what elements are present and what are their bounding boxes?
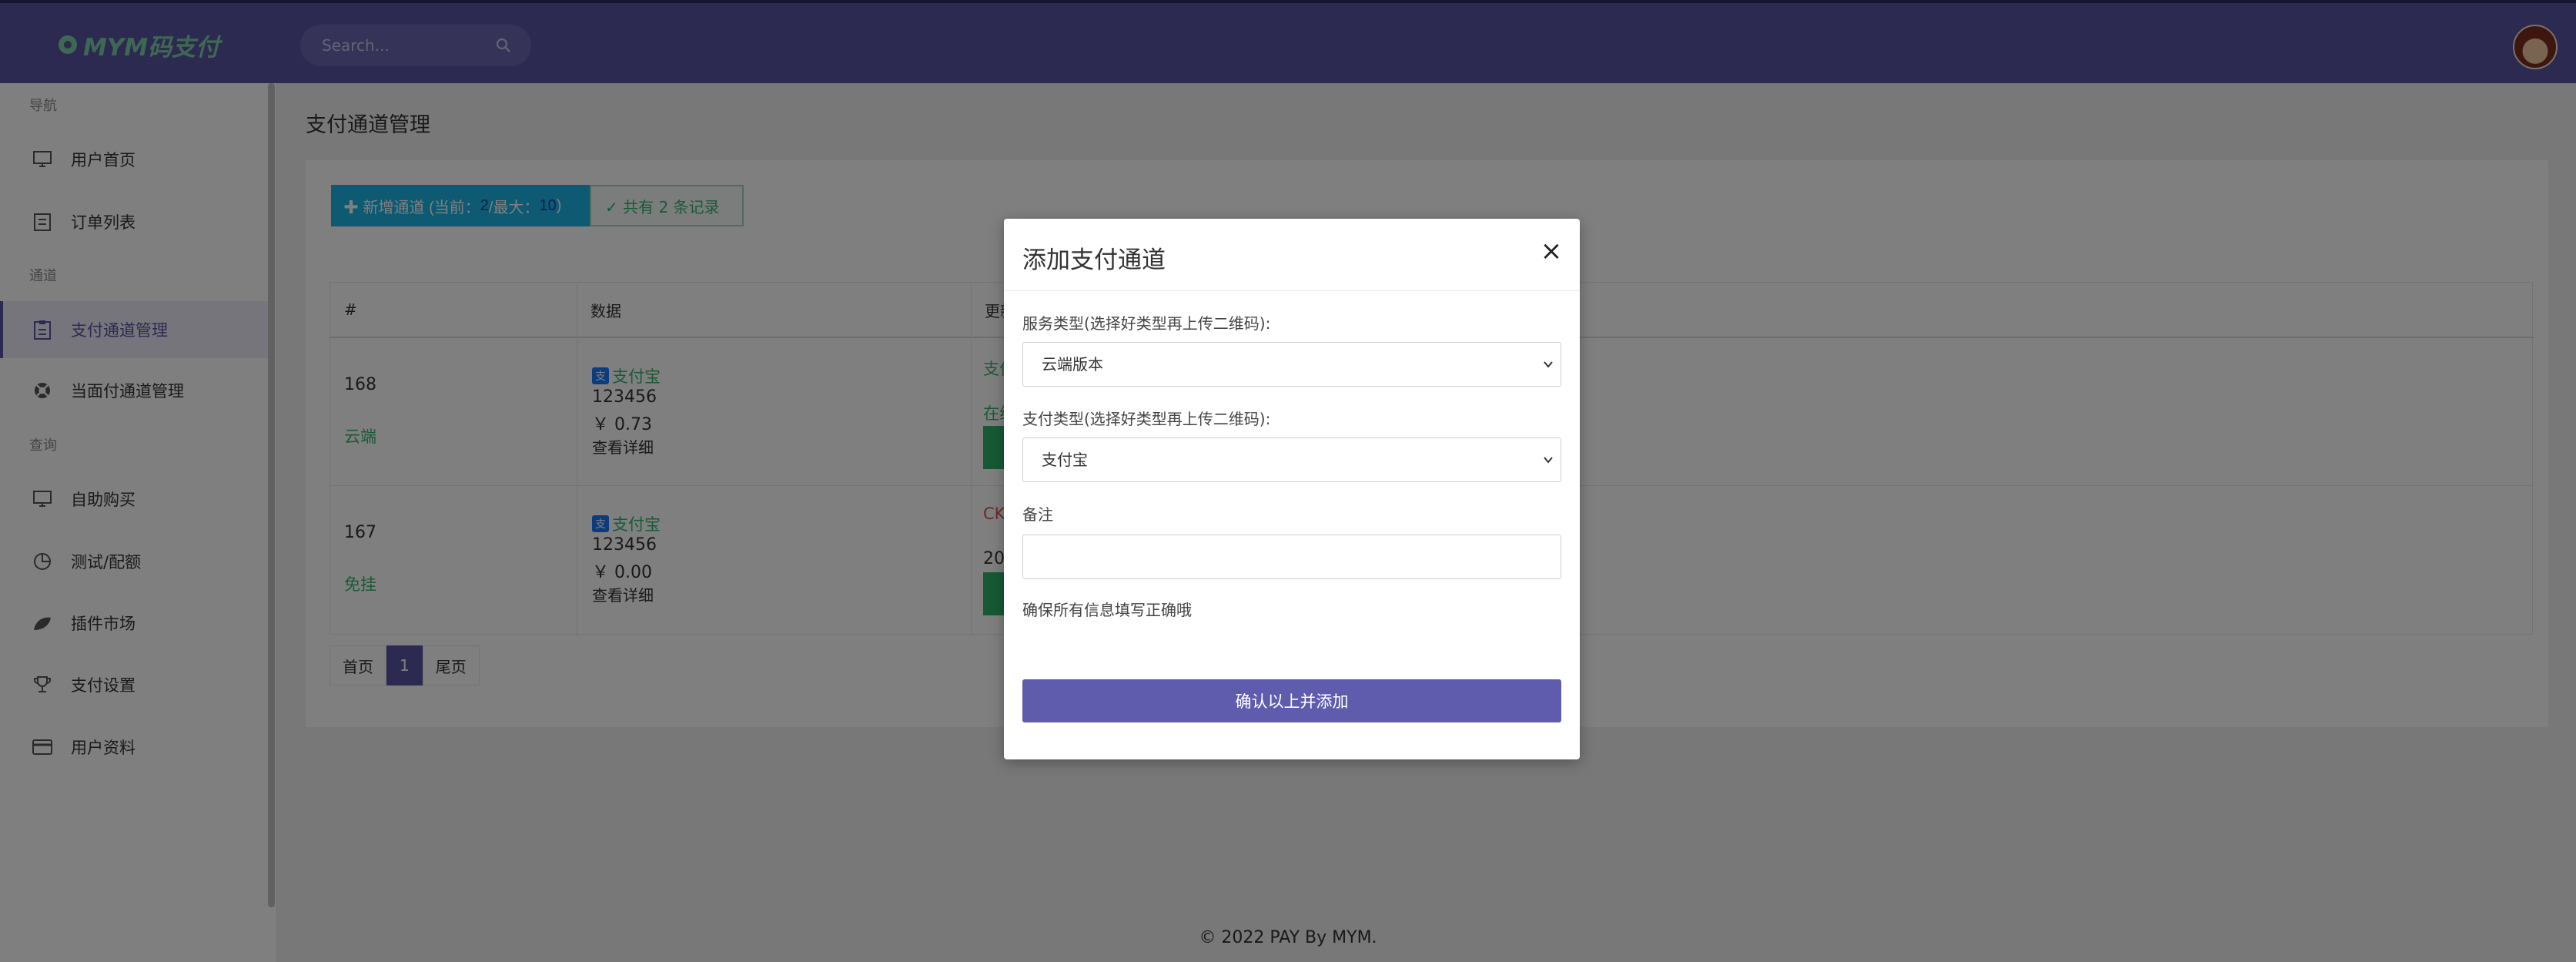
confirm-hint: 确保所有信息填写正确哦 bbox=[1022, 601, 1192, 619]
chevron-down-icon bbox=[1544, 457, 1553, 464]
chevron-down-icon bbox=[1544, 361, 1553, 368]
pay-type-select[interactable]: 支付宝 bbox=[1022, 437, 1561, 482]
remark-label: 备注 bbox=[1022, 505, 1053, 524]
pay-type-label: 支付类型(选择好类型再上传二维码): bbox=[1022, 410, 1271, 428]
remark-input[interactable] bbox=[1022, 535, 1561, 579]
close-icon[interactable]: × bbox=[1540, 238, 1563, 264]
modal-header: 添加支付通道 × bbox=[1004, 219, 1580, 291]
service-type-label: 服务类型(选择好类型再上传二维码): bbox=[1022, 314, 1271, 333]
service-type-select[interactable]: 云端版本 bbox=[1022, 342, 1561, 387]
add-channel-modal: 添加支付通道 × 服务类型(选择好类型再上传二维码): 云端版本 支付类型(选择… bbox=[1004, 219, 1580, 759]
modal-title: 添加支付通道 bbox=[1022, 246, 1166, 274]
confirm-add-button[interactable]: 确认以上并添加 bbox=[1022, 679, 1561, 722]
